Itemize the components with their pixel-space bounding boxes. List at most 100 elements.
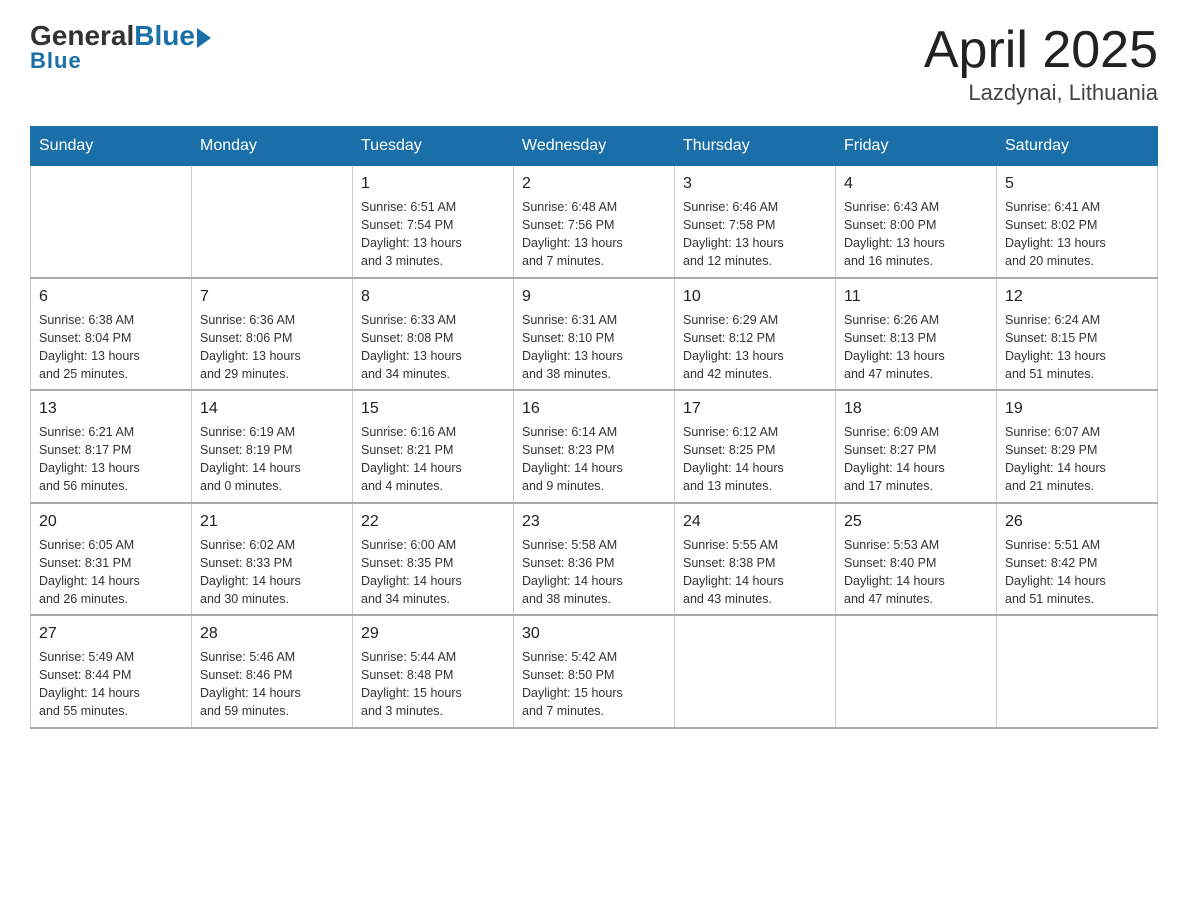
day-info: Sunrise: 6:16 AM Sunset: 8:21 PM Dayligh…: [361, 423, 505, 496]
calendar-table: SundayMondayTuesdayWednesdayThursdayFrid…: [30, 126, 1158, 729]
calendar-title: April 2025: [924, 20, 1158, 80]
calendar-cell: [836, 615, 997, 728]
calendar-cell: 10Sunrise: 6:29 AM Sunset: 8:12 PM Dayli…: [675, 278, 836, 391]
calendar-week-row: 27Sunrise: 5:49 AM Sunset: 8:44 PM Dayli…: [31, 615, 1158, 728]
day-info: Sunrise: 6:07 AM Sunset: 8:29 PM Dayligh…: [1005, 423, 1149, 496]
day-info: Sunrise: 6:24 AM Sunset: 8:15 PM Dayligh…: [1005, 311, 1149, 384]
calendar-cell: [675, 615, 836, 728]
calendar-week-row: 6Sunrise: 6:38 AM Sunset: 8:04 PM Daylig…: [31, 278, 1158, 391]
day-info: Sunrise: 5:55 AM Sunset: 8:38 PM Dayligh…: [683, 536, 827, 609]
day-info: Sunrise: 6:41 AM Sunset: 8:02 PM Dayligh…: [1005, 198, 1149, 271]
day-info: Sunrise: 6:31 AM Sunset: 8:10 PM Dayligh…: [522, 311, 666, 384]
day-number: 5: [1005, 172, 1149, 196]
day-info: Sunrise: 6:33 AM Sunset: 8:08 PM Dayligh…: [361, 311, 505, 384]
day-info: Sunrise: 6:14 AM Sunset: 8:23 PM Dayligh…: [522, 423, 666, 496]
day-number: 21: [200, 510, 344, 534]
calendar-cell: 25Sunrise: 5:53 AM Sunset: 8:40 PM Dayli…: [836, 503, 997, 616]
calendar-cell: 23Sunrise: 5:58 AM Sunset: 8:36 PM Dayli…: [514, 503, 675, 616]
day-number: 8: [361, 285, 505, 309]
day-number: 24: [683, 510, 827, 534]
day-info: Sunrise: 6:09 AM Sunset: 8:27 PM Dayligh…: [844, 423, 988, 496]
day-info: Sunrise: 5:51 AM Sunset: 8:42 PM Dayligh…: [1005, 536, 1149, 609]
day-number: 9: [522, 285, 666, 309]
calendar-cell: 7Sunrise: 6:36 AM Sunset: 8:06 PM Daylig…: [192, 278, 353, 391]
calendar-cell: 1Sunrise: 6:51 AM Sunset: 7:54 PM Daylig…: [353, 166, 514, 278]
day-info: Sunrise: 6:29 AM Sunset: 8:12 PM Dayligh…: [683, 311, 827, 384]
weekday-header: Thursday: [675, 127, 836, 166]
day-info: Sunrise: 6:48 AM Sunset: 7:56 PM Dayligh…: [522, 198, 666, 271]
calendar-cell: 6Sunrise: 6:38 AM Sunset: 8:04 PM Daylig…: [31, 278, 192, 391]
calendar-cell: 15Sunrise: 6:16 AM Sunset: 8:21 PM Dayli…: [353, 390, 514, 503]
day-info: Sunrise: 5:58 AM Sunset: 8:36 PM Dayligh…: [522, 536, 666, 609]
day-info: Sunrise: 6:19 AM Sunset: 8:19 PM Dayligh…: [200, 423, 344, 496]
day-number: 25: [844, 510, 988, 534]
calendar-cell: 5Sunrise: 6:41 AM Sunset: 8:02 PM Daylig…: [997, 166, 1158, 278]
calendar-week-row: 13Sunrise: 6:21 AM Sunset: 8:17 PM Dayli…: [31, 390, 1158, 503]
weekday-header: Saturday: [997, 127, 1158, 166]
day-number: 16: [522, 397, 666, 421]
day-info: Sunrise: 6:46 AM Sunset: 7:58 PM Dayligh…: [683, 198, 827, 271]
calendar-cell: 28Sunrise: 5:46 AM Sunset: 8:46 PM Dayli…: [192, 615, 353, 728]
day-number: 26: [1005, 510, 1149, 534]
calendar-cell: 3Sunrise: 6:46 AM Sunset: 7:58 PM Daylig…: [675, 166, 836, 278]
day-info: Sunrise: 6:02 AM Sunset: 8:33 PM Dayligh…: [200, 536, 344, 609]
day-number: 1: [361, 172, 505, 196]
weekday-header: Monday: [192, 127, 353, 166]
day-info: Sunrise: 6:21 AM Sunset: 8:17 PM Dayligh…: [39, 423, 183, 496]
calendar-cell: 11Sunrise: 6:26 AM Sunset: 8:13 PM Dayli…: [836, 278, 997, 391]
calendar-cell: 8Sunrise: 6:33 AM Sunset: 8:08 PM Daylig…: [353, 278, 514, 391]
calendar-cell: 30Sunrise: 5:42 AM Sunset: 8:50 PM Dayli…: [514, 615, 675, 728]
calendar-cell: 19Sunrise: 6:07 AM Sunset: 8:29 PM Dayli…: [997, 390, 1158, 503]
day-number: 13: [39, 397, 183, 421]
day-number: 14: [200, 397, 344, 421]
day-info: Sunrise: 6:12 AM Sunset: 8:25 PM Dayligh…: [683, 423, 827, 496]
title-block: April 2025 Lazdynai, Lithuania: [924, 20, 1158, 106]
day-number: 30: [522, 622, 666, 646]
day-info: Sunrise: 5:49 AM Sunset: 8:44 PM Dayligh…: [39, 648, 183, 721]
day-number: 15: [361, 397, 505, 421]
day-number: 17: [683, 397, 827, 421]
calendar-cell: 2Sunrise: 6:48 AM Sunset: 7:56 PM Daylig…: [514, 166, 675, 278]
calendar-cell: 9Sunrise: 6:31 AM Sunset: 8:10 PM Daylig…: [514, 278, 675, 391]
logo-arrow-icon: [197, 28, 211, 48]
day-info: Sunrise: 6:38 AM Sunset: 8:04 PM Dayligh…: [39, 311, 183, 384]
day-info: Sunrise: 6:43 AM Sunset: 8:00 PM Dayligh…: [844, 198, 988, 271]
day-number: 22: [361, 510, 505, 534]
logo-blue-line: Blue: [30, 48, 211, 74]
calendar-cell: 20Sunrise: 6:05 AM Sunset: 8:31 PM Dayli…: [31, 503, 192, 616]
calendar-cell: 4Sunrise: 6:43 AM Sunset: 8:00 PM Daylig…: [836, 166, 997, 278]
day-number: 2: [522, 172, 666, 196]
calendar-cell: 17Sunrise: 6:12 AM Sunset: 8:25 PM Dayli…: [675, 390, 836, 503]
day-number: 20: [39, 510, 183, 534]
day-number: 29: [361, 622, 505, 646]
calendar-cell: 21Sunrise: 6:02 AM Sunset: 8:33 PM Dayli…: [192, 503, 353, 616]
calendar-cell: 22Sunrise: 6:00 AM Sunset: 8:35 PM Dayli…: [353, 503, 514, 616]
day-info: Sunrise: 6:00 AM Sunset: 8:35 PM Dayligh…: [361, 536, 505, 609]
weekday-header: Sunday: [31, 127, 192, 166]
day-number: 11: [844, 285, 988, 309]
calendar-header-row: SundayMondayTuesdayWednesdayThursdayFrid…: [31, 127, 1158, 166]
day-info: Sunrise: 6:26 AM Sunset: 8:13 PM Dayligh…: [844, 311, 988, 384]
weekday-header: Friday: [836, 127, 997, 166]
day-info: Sunrise: 5:46 AM Sunset: 8:46 PM Dayligh…: [200, 648, 344, 721]
calendar-cell: 16Sunrise: 6:14 AM Sunset: 8:23 PM Dayli…: [514, 390, 675, 503]
day-number: 3: [683, 172, 827, 196]
page-header: General Blue Blue April 2025 Lazdynai, L…: [30, 20, 1158, 106]
day-number: 28: [200, 622, 344, 646]
calendar-cell: [192, 166, 353, 278]
calendar-subtitle: Lazdynai, Lithuania: [924, 80, 1158, 106]
calendar-cell: 24Sunrise: 5:55 AM Sunset: 8:38 PM Dayli…: [675, 503, 836, 616]
day-info: Sunrise: 6:51 AM Sunset: 7:54 PM Dayligh…: [361, 198, 505, 271]
day-info: Sunrise: 6:36 AM Sunset: 8:06 PM Dayligh…: [200, 311, 344, 384]
day-number: 6: [39, 285, 183, 309]
calendar-cell: 12Sunrise: 6:24 AM Sunset: 8:15 PM Dayli…: [997, 278, 1158, 391]
calendar-week-row: 20Sunrise: 6:05 AM Sunset: 8:31 PM Dayli…: [31, 503, 1158, 616]
day-number: 10: [683, 285, 827, 309]
day-number: 12: [1005, 285, 1149, 309]
day-number: 18: [844, 397, 988, 421]
day-info: Sunrise: 5:42 AM Sunset: 8:50 PM Dayligh…: [522, 648, 666, 721]
weekday-header: Tuesday: [353, 127, 514, 166]
day-number: 7: [200, 285, 344, 309]
calendar-cell: 13Sunrise: 6:21 AM Sunset: 8:17 PM Dayli…: [31, 390, 192, 503]
day-number: 27: [39, 622, 183, 646]
